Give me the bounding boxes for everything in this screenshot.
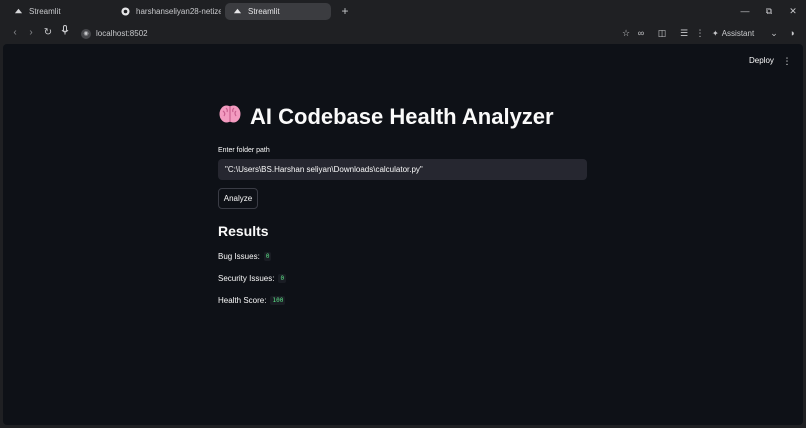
browser-toolbar: ‹ › ↻ ◉ localhost:8502 ☆ ∞ ◫ ☰ ⋮ ✦ Assis… [0,23,806,44]
back-icon[interactable]: ‹ [7,25,23,41]
metric-label: Bug Issues: [218,251,260,261]
tab-github[interactable]: harshanseliyan28-netizen [113,3,221,20]
security-issues-metric: Security Issues: 0 [218,273,588,283]
tab-label: harshanseliyan28-netizen [136,7,221,16]
analyze-button[interactable]: Analyze [218,188,258,209]
main-content: AI Codebase Health Analyzer Enter folder… [218,102,588,305]
folder-path-input[interactable] [218,159,587,180]
reading-list-icon[interactable]: ☰ [677,25,691,42]
metric-label: Security Issues: [218,273,275,283]
assistant-button[interactable]: ✦ Assistant [712,25,754,42]
restore-button[interactable]: ⧉ [757,3,781,20]
github-icon [121,7,130,16]
minimize-button[interactable]: — [733,3,757,20]
url-text: localhost:8502 [96,29,148,38]
streamlit-icon [233,7,242,16]
title-text: AI Codebase Health Analyzer [250,104,554,129]
page-title: AI Codebase Health Analyzer [218,102,588,132]
profile-icon[interactable]: ◑ [785,25,799,42]
page-viewport: Deploy ⋮ AI Codebase Health Analyzer Ent… [3,44,803,425]
site-info-icon[interactable]: ◉ [81,28,91,39]
health-score-metric: Health Score: 100 [218,295,588,305]
tab-streamlit-1[interactable]: Streamlit [6,3,108,20]
metric-value: 0 [263,251,272,261]
streamlit-icon [14,7,23,16]
tab-strip: Streamlit harshanseliyan28-netizen Strea… [0,0,806,23]
deploy-button[interactable]: Deploy [749,54,774,68]
tab-label: Streamlit [248,7,280,16]
brain-icon [218,102,242,132]
metric-value: 100 [270,295,286,305]
results-heading: Results [218,223,269,239]
more-menu-icon[interactable]: ⋮ [782,54,792,68]
tab-label: Streamlit [29,7,61,16]
share-link-icon[interactable]: ∞ [634,25,648,42]
metric-value: 0 [278,273,287,283]
bookmark-star-icon[interactable]: ☆ [619,25,633,42]
microphone-icon[interactable] [57,25,73,41]
bug-issues-metric: Bug Issues: 0 [218,251,588,261]
address-bar[interactable]: ◉ localhost:8502 [77,25,637,42]
forward-icon[interactable]: › [23,25,39,41]
chevron-down-icon[interactable]: ⌄ [767,25,781,42]
extensions-icon[interactable]: ◫ [655,25,669,42]
close-window-button[interactable]: ✕ [781,3,805,20]
assistant-icon: ✦ [712,29,719,38]
metric-label: Health Score: [218,295,267,305]
tab-streamlit-active[interactable]: Streamlit [225,3,331,20]
new-tab-button[interactable]: + [338,3,352,20]
folder-path-label: Enter folder path [218,147,270,154]
reload-icon[interactable]: ↻ [40,25,56,41]
audio-icon[interactable]: ⋮ [693,25,707,42]
